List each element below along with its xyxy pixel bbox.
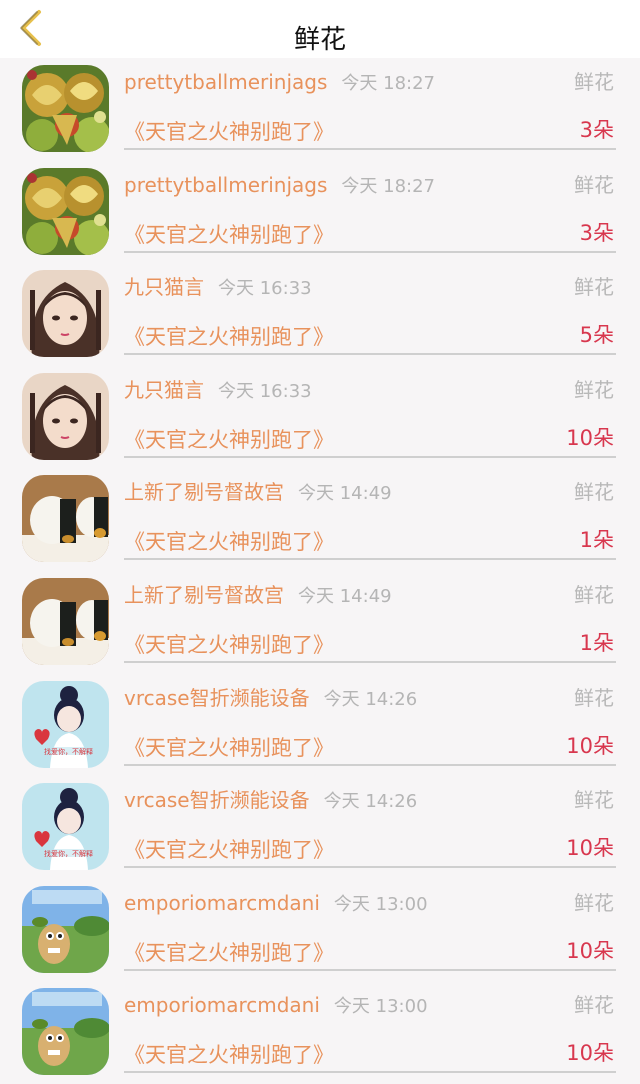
list-item[interactable]: emporiomarcmdani 今天 13:00 鲜花 《天官之火神别跑了》 1…: [0, 879, 640, 982]
flower-count: 1朵: [579, 630, 614, 655]
list-item[interactable]: prettytballmerinjags 今天 18:27 鲜花 《天官之火神别跑…: [0, 161, 640, 264]
avatar-cartoon-girl[interactable]: 找爱你，不解释: [22, 680, 109, 768]
flower-count: 3朵: [579, 118, 614, 142]
book-title[interactable]: 《天官之火神别跑了》: [124, 734, 334, 762]
book-title[interactable]: 《天官之火神别跑了》: [124, 939, 334, 967]
list-item[interactable]: 九只猫言 今天 16:33 鲜花 《天官之火神别跑了》 10朵: [0, 366, 640, 469]
divider: [124, 558, 616, 561]
gift-type: 鲜花: [574, 993, 614, 1018]
gift-type: 鲜花: [574, 172, 614, 197]
avatar-cartoon-creature[interactable]: [22, 988, 109, 1076]
gift-type: 鲜花: [574, 582, 614, 607]
book-title[interactable]: 《天官之火神别跑了》: [124, 221, 334, 249]
gift-type: 鲜花: [574, 788, 614, 813]
divider: [124, 353, 616, 356]
user-name: emporiomarcmdani: [124, 890, 320, 915]
list-item[interactable]: prettytballmerinjags 今天 18:27 鲜花 《天官之火神别跑…: [0, 58, 640, 161]
avatar-cartoon-girl[interactable]: 找爱你，不解释: [22, 783, 109, 871]
book-title[interactable]: 《天官之火神别跑了》: [124, 528, 334, 556]
nav-bar: 鲜花: [0, 0, 640, 58]
list-item[interactable]: 九只猫言 今天 16:33 鲜花 《天官之火神别跑了》 5朵: [0, 263, 640, 366]
flower-count: 5朵: [579, 323, 614, 348]
gift-type: 鲜花: [574, 275, 614, 300]
user-name: emporiomarcmdani: [124, 993, 320, 1018]
book-title[interactable]: 《天官之火神别跑了》: [124, 118, 334, 146]
avatar-sushi[interactable]: [22, 577, 109, 665]
divider: [124, 968, 616, 971]
gift-type: 鲜花: [574, 70, 614, 94]
gift-type: 鲜花: [574, 480, 614, 505]
flower-count: 10朵: [566, 425, 614, 450]
flower-gift-list: prettytballmerinjags 今天 18:27 鲜花 《天官之火神别跑…: [0, 58, 640, 1084]
timestamp: 今天 14:26: [323, 791, 418, 813]
user-name: vrcase智折濒能设备: [124, 788, 310, 813]
gift-type: 鲜花: [574, 377, 614, 402]
divider: [124, 455, 616, 458]
gift-type: 鲜花: [574, 685, 614, 710]
avatar-anime-girl[interactable]: [22, 270, 109, 358]
book-title[interactable]: 《天官之火神别跑了》: [124, 426, 334, 454]
timestamp: 今天 18:27: [341, 175, 435, 197]
svg-text:找爱你，不解释: 找爱你，不解释: [44, 747, 93, 756]
divider: [124, 763, 616, 766]
flower-count: 10朵: [566, 836, 614, 861]
timestamp: 今天 14:26: [323, 688, 418, 710]
avatar-fruit-carving[interactable]: [22, 65, 109, 152]
flower-count: 10朵: [566, 1041, 614, 1066]
user-name: 九只猫言: [124, 377, 204, 402]
flower-count: 3朵: [579, 220, 614, 245]
timestamp: 今天 13:00: [333, 996, 428, 1018]
user-name: prettytballmerinjags: [124, 70, 328, 94]
avatar-sushi[interactable]: [22, 475, 109, 563]
svg-text:找爱你，不解释: 找爱你，不解释: [44, 849, 93, 858]
user-name: prettytballmerinjags: [124, 172, 328, 197]
flower-count: 1朵: [579, 528, 614, 553]
list-item[interactable]: 上新了剔号督故宫 今天 14:49 鲜花 《天官之火神别跑了》 1朵: [0, 571, 640, 674]
avatar-cartoon-creature[interactable]: [22, 885, 109, 973]
timestamp: 今天 13:00: [333, 893, 428, 915]
timestamp: 今天 16:33: [218, 278, 312, 300]
timestamp: 今天 16:33: [218, 380, 312, 402]
flower-count: 10朵: [566, 938, 614, 963]
user-name: 九只猫言: [124, 275, 204, 300]
list-item[interactable]: 上新了剔号督故宫 今天 14:49 鲜花 《天官之火神别跑了》 1朵: [0, 468, 640, 571]
book-title[interactable]: 《天官之火神别跑了》: [124, 323, 334, 351]
list-item[interactable]: 找爱你，不解释 vrcase智折濒能设备 今天 14:26 鲜花 《天官之火神别跑…: [0, 674, 640, 777]
divider: [124, 148, 616, 150]
gift-type: 鲜花: [574, 890, 614, 915]
list-item[interactable]: 找爱你，不解释 vrcase智折濒能设备 今天 14:26 鲜花 《天官之火神别跑…: [0, 776, 640, 879]
avatar-anime-girl[interactable]: [22, 372, 109, 460]
timestamp: 今天 18:27: [341, 73, 435, 94]
divider: [124, 866, 616, 869]
user-name: 上新了剔号督故宫: [124, 582, 284, 607]
page-title: 鲜花: [293, 25, 346, 55]
book-title[interactable]: 《天官之火神别跑了》: [124, 631, 334, 659]
divider: [124, 660, 616, 663]
flower-count: 10朵: [566, 733, 614, 758]
divider: [124, 250, 616, 253]
book-title[interactable]: 《天官之火神别跑了》: [124, 1041, 334, 1069]
avatar-fruit-carving[interactable]: [22, 167, 109, 255]
user-name: 上新了剔号督故宫: [124, 480, 284, 505]
book-title[interactable]: 《天官之火神别跑了》: [124, 836, 334, 864]
user-name: vrcase智折濒能设备: [124, 685, 310, 710]
timestamp: 今天 14:49: [298, 483, 392, 505]
divider: [124, 1071, 616, 1074]
timestamp: 今天 14:49: [298, 585, 392, 607]
